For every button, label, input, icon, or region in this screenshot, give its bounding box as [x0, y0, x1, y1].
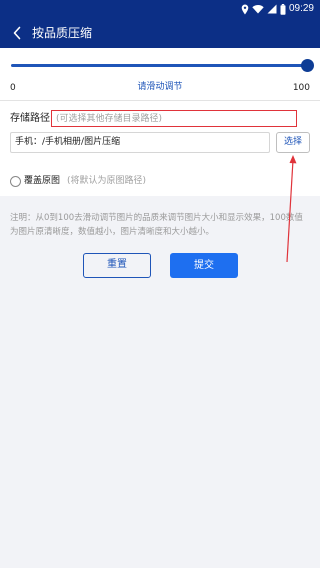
overwrite-original-hint: (将默认为原图路径)	[67, 176, 147, 186]
status-time: 09:29	[288, 3, 314, 14]
annotation-highlight-box	[51, 110, 297, 127]
status-icons	[241, 3, 286, 15]
status-bar: 09:29	[0, 0, 320, 18]
usage-note: 注明：从0到100去滑动调节图片的品质来调节图片大小和显示效果，100数值为图片…	[10, 213, 303, 237]
app-bar: 按品质压缩	[0, 18, 320, 48]
wifi-icon	[252, 5, 264, 14]
back-button[interactable]	[6, 22, 28, 44]
chevron-left-icon	[13, 26, 21, 40]
submit-button[interactable]: 提交	[170, 253, 238, 278]
slider-max-label: 100	[292, 83, 310, 93]
quality-slider-thumb[interactable]	[301, 59, 314, 72]
location-icon	[241, 4, 249, 14]
overwrite-original-label[interactable]: 覆盖原图	[24, 175, 60, 187]
slider-title: 请滑动调节	[137, 82, 183, 92]
select-path-button[interactable]: 选择	[276, 132, 310, 153]
signal-icon	[267, 4, 277, 14]
page-title: 按品质压缩	[32, 26, 93, 40]
quality-slider-track[interactable]	[11, 64, 309, 67]
battery-icon	[280, 3, 286, 15]
reset-button[interactable]: 重置	[83, 253, 151, 278]
overwrite-original-radio[interactable]	[10, 176, 21, 187]
storage-path-field[interactable]: 手机：/手机相册/图片压缩	[10, 132, 270, 153]
divider	[0, 100, 320, 101]
storage-path-label: 存储路径	[10, 113, 50, 124]
